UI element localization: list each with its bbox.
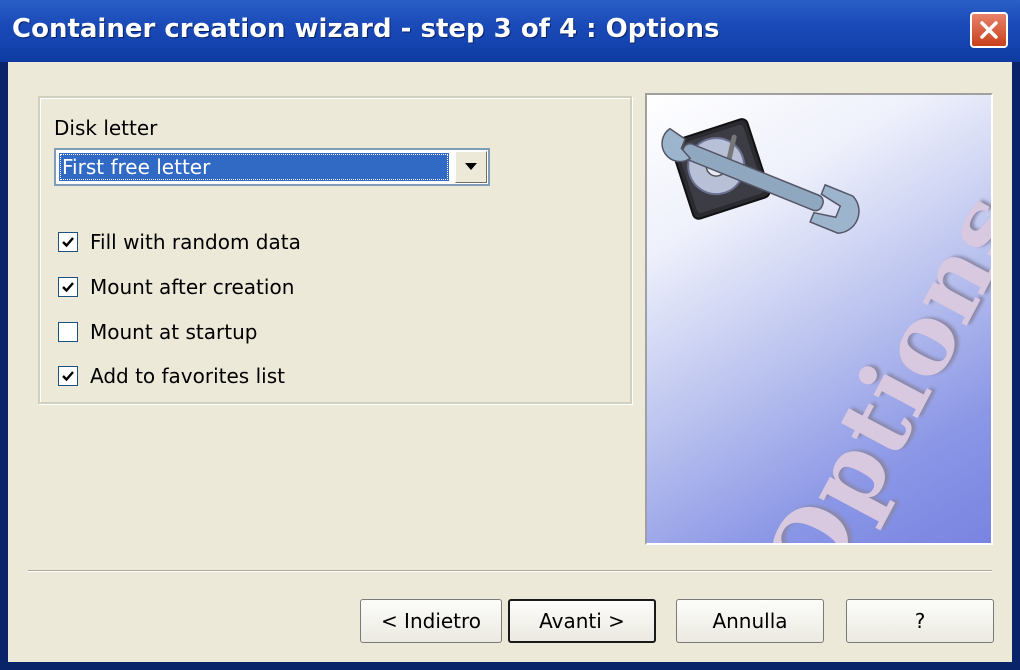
checkbox-add-to-favorites[interactable]: Add to favorites list [58, 362, 285, 390]
checkmark-icon [62, 282, 74, 293]
dialog-body: Disk letter First free letter Fill with … [8, 62, 1012, 662]
checkbox-label: Add to favorites list [90, 364, 285, 388]
checkbox-fill-random[interactable]: Fill with random data [58, 228, 301, 256]
disk-letter-label: Disk letter [54, 116, 158, 140]
back-button[interactable]: < Indietro [360, 599, 502, 643]
wrench-icon [661, 127, 860, 234]
help-button[interactable]: ? [846, 599, 994, 643]
checkbox-box[interactable] [58, 366, 78, 386]
checkmark-icon [62, 237, 74, 248]
close-icon [980, 21, 998, 39]
chevron-down-icon [465, 163, 477, 170]
checkbox-label: Mount at startup [90, 320, 258, 344]
checkbox-box[interactable] [58, 232, 78, 252]
checkbox-label: Mount after creation [90, 275, 295, 299]
checkbox-box[interactable] [58, 322, 78, 342]
window-title: Container creation wizard - step 3 of 4 … [12, 14, 720, 44]
title-bar[interactable]: Container creation wizard - step 3 of 4 … [0, 0, 1020, 62]
checkbox-mount-at-startup[interactable]: Mount at startup [58, 318, 257, 346]
disk-letter-select[interactable]: First free letter [54, 148, 490, 186]
options-group: Disk letter First free letter Fill with … [38, 96, 632, 404]
checkbox-mount-after-creation[interactable]: Mount after creation [58, 273, 294, 301]
cancel-button[interactable]: Annulla [676, 599, 824, 643]
disk-letter-selected-value: First free letter [59, 153, 449, 181]
checkbox-box[interactable] [58, 277, 78, 297]
checkmark-icon [62, 371, 74, 382]
close-button[interactable] [970, 12, 1008, 48]
wizard-window: Container creation wizard - step 3 of 4 … [0, 0, 1020, 670]
checkbox-label: Fill with random data [90, 230, 301, 254]
wizard-side-image: Options [645, 93, 993, 545]
dropdown-button[interactable] [455, 151, 487, 183]
next-button[interactable]: Avanti > [508, 599, 656, 643]
separator [28, 570, 992, 572]
